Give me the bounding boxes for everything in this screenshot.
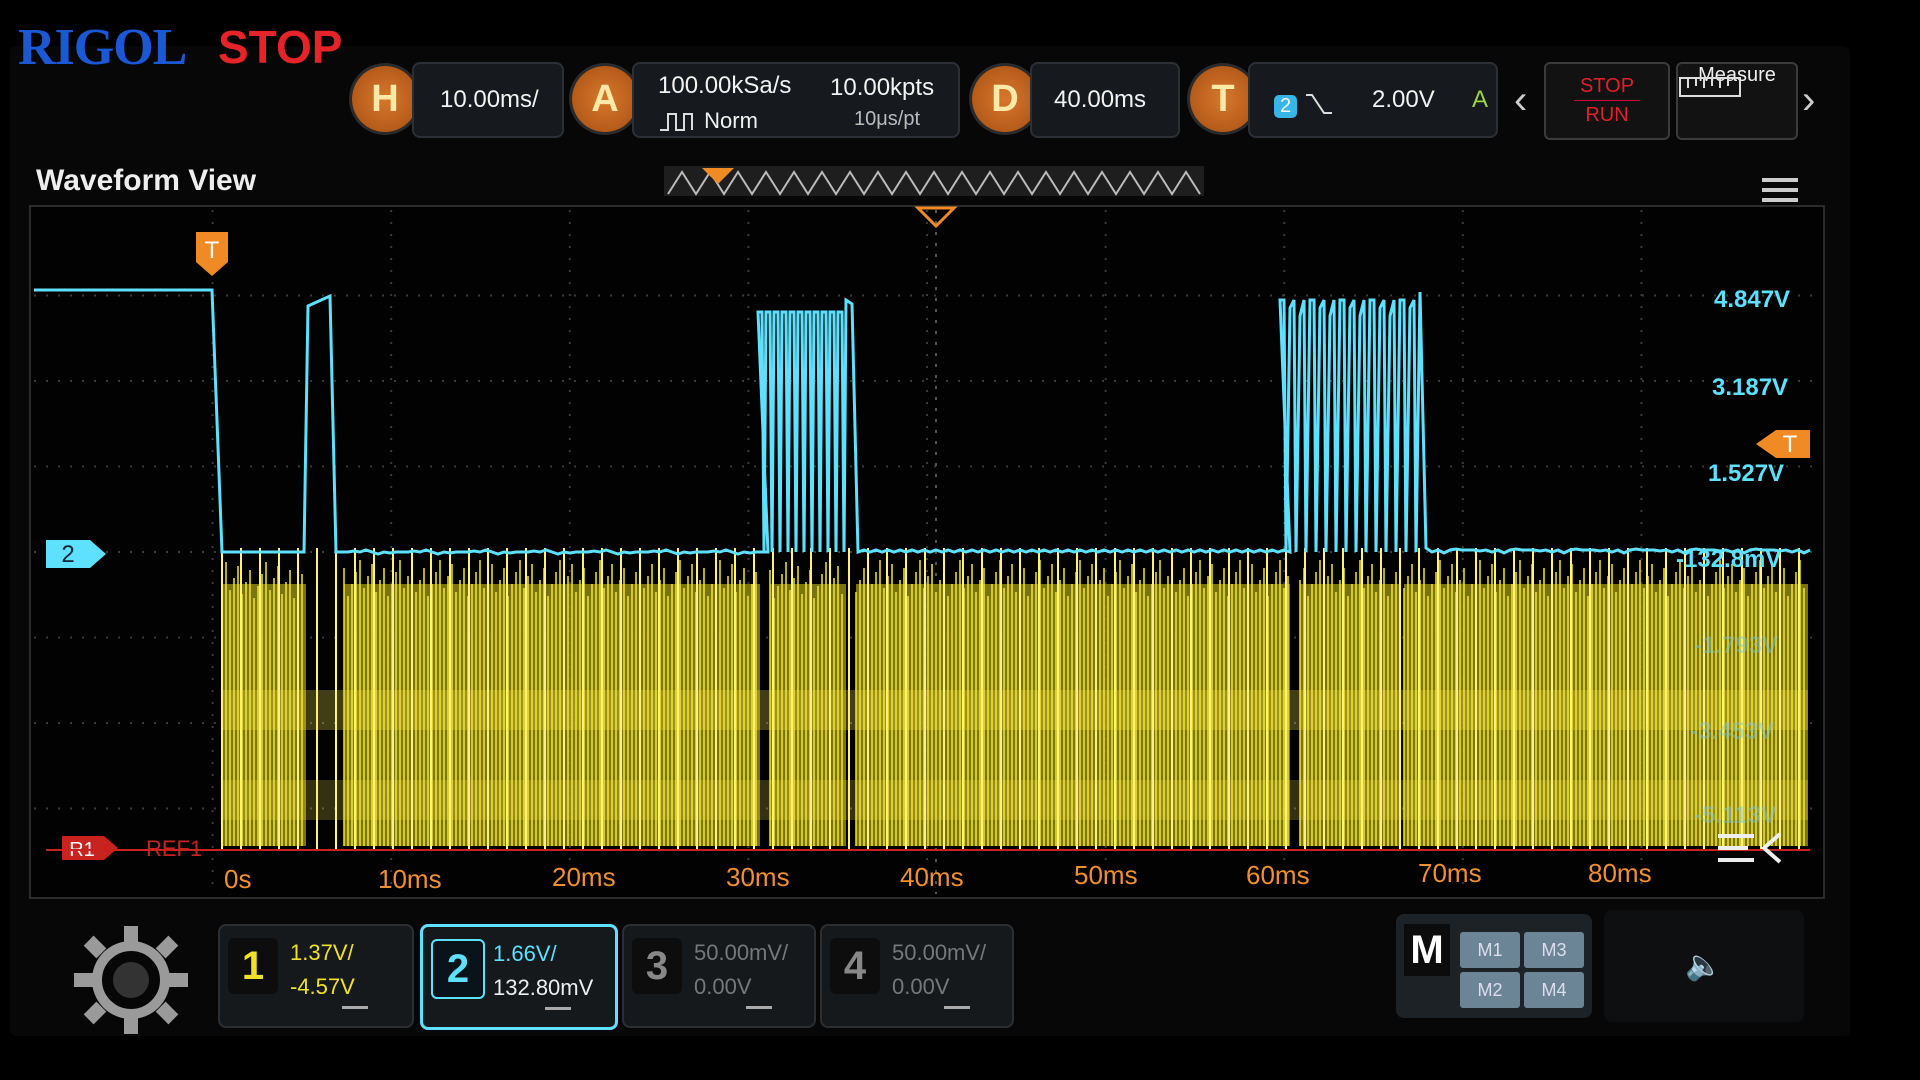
ref1-label: REF1 — [146, 836, 202, 861]
channel-4-box[interactable]: 4 50.00mV/ 0.00V — [820, 924, 1014, 1028]
time-label: 40ms — [900, 862, 964, 892]
channel-4-offset: 0.00V — [892, 974, 950, 999]
channel-4-number: 4 — [830, 938, 880, 994]
sound-mute-icon[interactable]: 🔈 — [1604, 910, 1804, 1022]
voltage-label: -3.453V — [1690, 718, 1775, 745]
math-m1-button[interactable]: M1 — [1460, 932, 1520, 968]
ch2-offset-marker-label: 2 — [61, 541, 74, 568]
math-button[interactable]: M — [1404, 924, 1450, 976]
math-m4-button[interactable]: M4 — [1524, 972, 1584, 1008]
voltage-label: 4.847V — [1714, 286, 1791, 313]
settings-gear-icon[interactable] — [66, 920, 196, 1040]
time-label: 70ms — [1418, 858, 1482, 888]
channel-1-scale: 1.37V/ — [290, 940, 354, 965]
channel-3-box[interactable]: 3 50.00mV/ 0.00V — [622, 924, 816, 1028]
channel-2-number: 2 — [431, 939, 485, 999]
ch1-trace — [221, 548, 1808, 850]
ch1-band — [222, 780, 1808, 820]
time-label: 0s — [224, 864, 252, 894]
channel-3-scale: 50.00mV/ — [694, 940, 789, 965]
dc-coupling-icon — [545, 1007, 571, 1010]
time-label: 30ms — [726, 862, 790, 892]
channel-2-scale: 1.66V/ — [493, 941, 557, 966]
trigger-level-marker-label: T — [1783, 431, 1798, 458]
channel-2-box[interactable]: 2 1.66V/ 132.80mV — [420, 924, 618, 1030]
channel-4-scale: 50.00mV/ — [892, 940, 987, 965]
time-label: 60ms — [1246, 860, 1310, 890]
time-label: 50ms — [1074, 860, 1138, 890]
voltage-label: 1.527V — [1708, 460, 1785, 487]
channel-3-offset: 0.00V — [694, 974, 752, 999]
time-label: 20ms — [552, 862, 616, 892]
channel-1-number: 1 — [228, 938, 278, 994]
voltage-label: -5.113V — [1694, 802, 1777, 829]
time-label: 80ms — [1588, 858, 1652, 888]
channel-1-offset: -4.57V — [290, 974, 355, 999]
trigger-time-marker-label: T — [205, 237, 220, 264]
channel-3-number: 3 — [632, 938, 682, 994]
channel-2-offset: 132.80mV — [493, 975, 594, 1000]
dc-coupling-icon — [746, 1006, 772, 1009]
voltage-label: -132.8mV — [1676, 546, 1782, 573]
math-m2-button[interactable]: M2 — [1460, 972, 1520, 1008]
math-m3-button[interactable]: M3 — [1524, 932, 1584, 968]
time-label: 10ms — [378, 864, 442, 894]
ch1-band — [222, 690, 1808, 730]
channel-1-box[interactable]: 1 1.37V/ -4.57V — [218, 924, 414, 1028]
dc-coupling-icon — [342, 1006, 368, 1009]
voltage-label: -1.793V — [1694, 632, 1779, 659]
math-panel: M M1 M3 M2 M4 — [1396, 914, 1592, 1018]
dc-coupling-icon — [944, 1006, 970, 1009]
voltage-label: 3.187V — [1712, 374, 1789, 401]
